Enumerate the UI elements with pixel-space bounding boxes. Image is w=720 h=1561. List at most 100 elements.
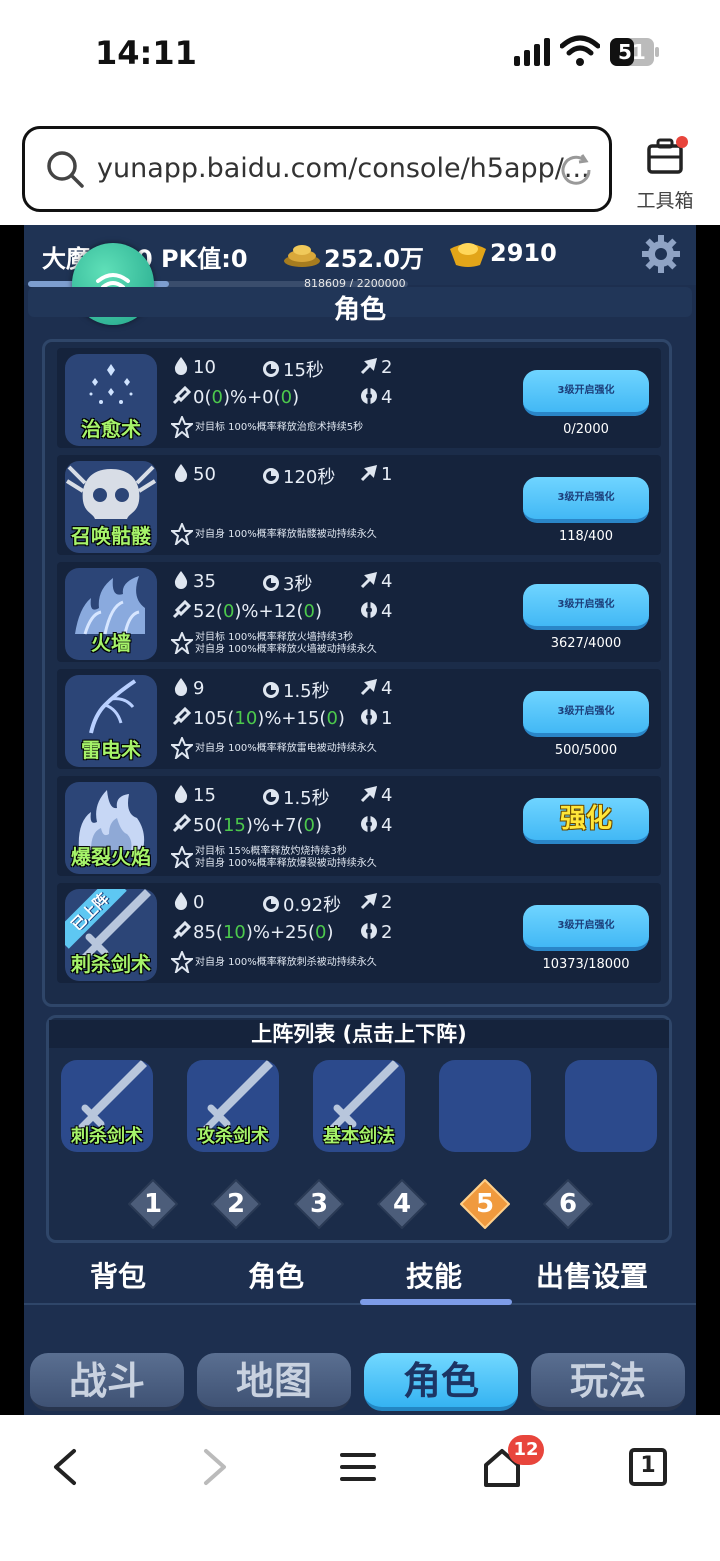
skill-name: 雷电术	[81, 738, 141, 762]
upgrade-button[interactable]: 强化	[523, 798, 649, 844]
power-flat: )%+7(	[245, 815, 304, 836]
skill-exp-progress: 118/400	[558, 529, 613, 544]
tab-2[interactable]: 技能	[354, 1255, 514, 1305]
power-base: 52	[193, 601, 216, 622]
status-time: 14:11	[95, 34, 197, 72]
cooldown: 0.92秒	[261, 891, 341, 917]
cooldown-value: 1.5秒	[283, 681, 330, 702]
skill-name: 刺杀剑术	[71, 952, 151, 976]
upgrade-button[interactable]: 3级开启强化	[523, 691, 649, 737]
back-icon[interactable]	[44, 1445, 88, 1489]
main-nav-button-2[interactable]: 角色	[364, 1353, 518, 1411]
deploy-slot-name: 刺杀剑术	[71, 1126, 143, 1147]
deploy-panel: 上阵列表 (点击上下阵) 刺杀剑术 攻杀剑术 基本剑法 1 2 3 4 5 6	[46, 1015, 672, 1243]
upgrade-button[interactable]: 3级开启强化	[523, 905, 649, 951]
skill-effect-text: 对自身 100%概率释放爆裂被动持续永久	[195, 858, 377, 869]
skill-range-value: 1	[381, 708, 393, 729]
menu-icon[interactable]	[336, 1445, 380, 1489]
power-bonus2: 0	[280, 387, 293, 408]
empty-deploy-slot[interactable]	[565, 1060, 657, 1152]
target-count-icon	[359, 463, 379, 483]
skill-power: 0(0)%+0(0)	[171, 385, 299, 408]
deploy-slot[interactable]: 基本剑法	[313, 1060, 405, 1152]
page-button-6[interactable]: 6	[542, 1178, 594, 1230]
skill-range: 4	[359, 386, 392, 408]
power-base: 0	[193, 387, 205, 408]
address-bar[interactable]: yunapp.baidu.com/console/h5app/...	[22, 126, 612, 212]
mana-drop-icon	[171, 891, 191, 911]
search-icon	[47, 151, 84, 188]
toolbox-icon	[647, 136, 688, 174]
deploy-slot[interactable]: 攻杀剑术	[187, 1060, 279, 1152]
page-button-4[interactable]: 4	[376, 1178, 428, 1230]
main-nav-button-0[interactable]: 战斗	[30, 1353, 184, 1411]
deploy-slot-name: 攻杀剑术	[197, 1126, 269, 1147]
screen: 14:11 5 1 yunapp.baidu.com/console/h5app/…	[0, 0, 720, 1561]
tab-3[interactable]: 出售设置	[512, 1255, 672, 1305]
page-button-3[interactable]: 3	[293, 1178, 345, 1230]
game-viewport: 大魔 0 PK值:0 252.0万 2910 818609 / 2200000 …	[0, 225, 720, 1415]
skill-range-value: 4	[381, 815, 393, 836]
skill-row: 治愈术 10 15秒 2 0(0)%+0(0) 4 对目标 100%概率释放治愈术持续5秒 3…	[57, 348, 661, 448]
target-count-icon	[359, 891, 379, 911]
skill-exp-progress: 500/5000	[554, 743, 618, 758]
empty-deploy-slot[interactable]	[439, 1060, 531, 1152]
page-button-1[interactable]: 1	[127, 1178, 179, 1230]
effect-star-icon	[169, 735, 195, 761]
page-button-2[interactable]: 2	[210, 1178, 262, 1230]
skill-icon[interactable]: 爆裂火焰	[65, 782, 157, 874]
tabs-count: 1	[640, 1453, 656, 1478]
mana-drop-icon	[171, 570, 191, 590]
cooldown-value: 15秒	[283, 360, 324, 381]
deploy-slot[interactable]: 刺杀剑术	[61, 1060, 153, 1152]
skill-power: 105(10)%+15(0)	[171, 706, 345, 729]
cooldown-clock-icon	[261, 894, 281, 914]
skill-power: 52(0)%+12(0)	[171, 599, 322, 622]
mana-cost-value: 35	[193, 571, 216, 592]
skill-name: 爆裂火焰	[71, 845, 151, 869]
target-count-value: 4	[381, 678, 393, 699]
ingot-amount: 2910	[490, 239, 557, 267]
gold-amount: 252.0万	[324, 245, 424, 273]
skill-icon[interactable]: 雷电术	[65, 675, 157, 767]
page-button-5[interactable]: 5	[459, 1178, 511, 1230]
skill-row: 雷电术 9 1.5秒 4 105(10)%+15(0) 1 对自身 100%概率释放雷电被动…	[57, 669, 661, 769]
skill-icon[interactable]: 召唤骷髅	[65, 461, 157, 553]
sword-power-icon	[171, 706, 192, 727]
power-flat: )%+25(	[245, 922, 315, 943]
tabs-button[interactable]: 1	[626, 1445, 670, 1489]
reload-icon[interactable]	[557, 151, 595, 189]
mana-cost-value: 50	[193, 464, 216, 485]
settings-gear-icon[interactable]	[640, 233, 682, 275]
skill-effect-text: 对自身 100%概率释放雷电被动持续永久	[195, 743, 377, 754]
cooldown-value: 1.5秒	[283, 788, 330, 809]
upgrade-button[interactable]: 3级开启强化	[523, 477, 649, 523]
url-text[interactable]: yunapp.baidu.com/console/h5app/...	[97, 153, 590, 184]
skill-icon[interactable]: 已上阵 刺杀剑术	[65, 889, 157, 981]
skill-icon[interactable]: 治愈术	[65, 354, 157, 446]
forward-icon[interactable]	[192, 1445, 236, 1489]
tab-0[interactable]: 背包	[38, 1255, 198, 1305]
target-count-icon	[359, 784, 379, 804]
toolbox-button[interactable]: 工具箱	[630, 136, 700, 216]
main-nav-button-1[interactable]: 地图	[197, 1353, 351, 1411]
upgrade-button[interactable]: 3级开启强化	[523, 370, 649, 416]
tab-1[interactable]: 角色	[196, 1255, 356, 1305]
cooldown-value: 0.92秒	[283, 895, 342, 916]
upgrade-button[interactable]: 3级开启强化	[523, 584, 649, 630]
power-flat: )%+0(	[222, 387, 281, 408]
target-count-value: 4	[381, 785, 393, 806]
skill-icon[interactable]: 火墙	[65, 568, 157, 660]
target-count-value: 2	[381, 892, 393, 913]
target-count-icon	[359, 356, 379, 376]
skill-effect-text: 对自身 100%概率释放火墙被动持续永久	[195, 644, 377, 655]
target-count-value: 4	[381, 571, 393, 592]
power-open: (	[215, 815, 223, 836]
range-crosshair-icon	[359, 814, 379, 834]
gold-coins-icon	[284, 245, 320, 267]
skill-row: 爆裂火焰 15 1.5秒 4 50(15)%+7(0) 4 对目标 15%概率释放灼烧持续3…	[57, 776, 661, 876]
main-nav-button-3[interactable]: 玩法	[531, 1353, 685, 1411]
target-count: 2	[359, 891, 392, 913]
power-close: )	[326, 922, 334, 943]
mana-drop-icon	[171, 356, 191, 376]
